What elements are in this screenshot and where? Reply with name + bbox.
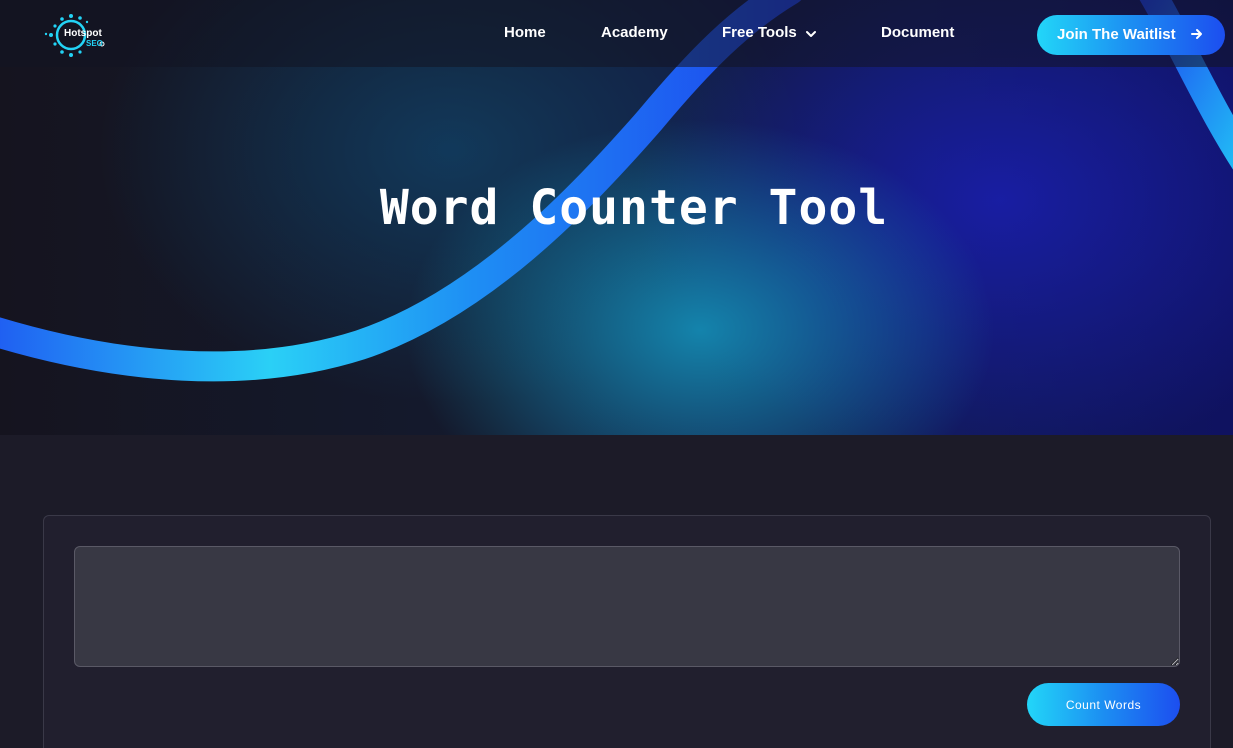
nav-free-tools[interactable]: Free Tools xyxy=(722,24,797,41)
count-words-button[interactable]: Count Words xyxy=(1027,683,1180,726)
top-navbar: Hotspot SEO Home Academy Free Tools Docu… xyxy=(0,0,1233,67)
word-counter-textarea[interactable] xyxy=(74,546,1180,667)
brand-name: Hotspot xyxy=(64,28,102,39)
nav-home[interactable]: Home xyxy=(504,24,546,41)
nav-academy[interactable]: Academy xyxy=(601,24,668,41)
brand-suffix: SEO xyxy=(86,39,103,48)
join-waitlist-label: Join The Waitlist xyxy=(1057,26,1176,43)
brand-logo[interactable]: Hotspot SEO xyxy=(44,12,108,58)
join-waitlist-button[interactable]: Join The Waitlist xyxy=(1037,15,1225,55)
chevron-down-icon[interactable] xyxy=(806,30,816,38)
page-title: Word Counter Tool xyxy=(379,180,889,236)
arrow-right-icon xyxy=(1191,29,1202,39)
nav-document[interactable]: Document xyxy=(881,24,954,41)
